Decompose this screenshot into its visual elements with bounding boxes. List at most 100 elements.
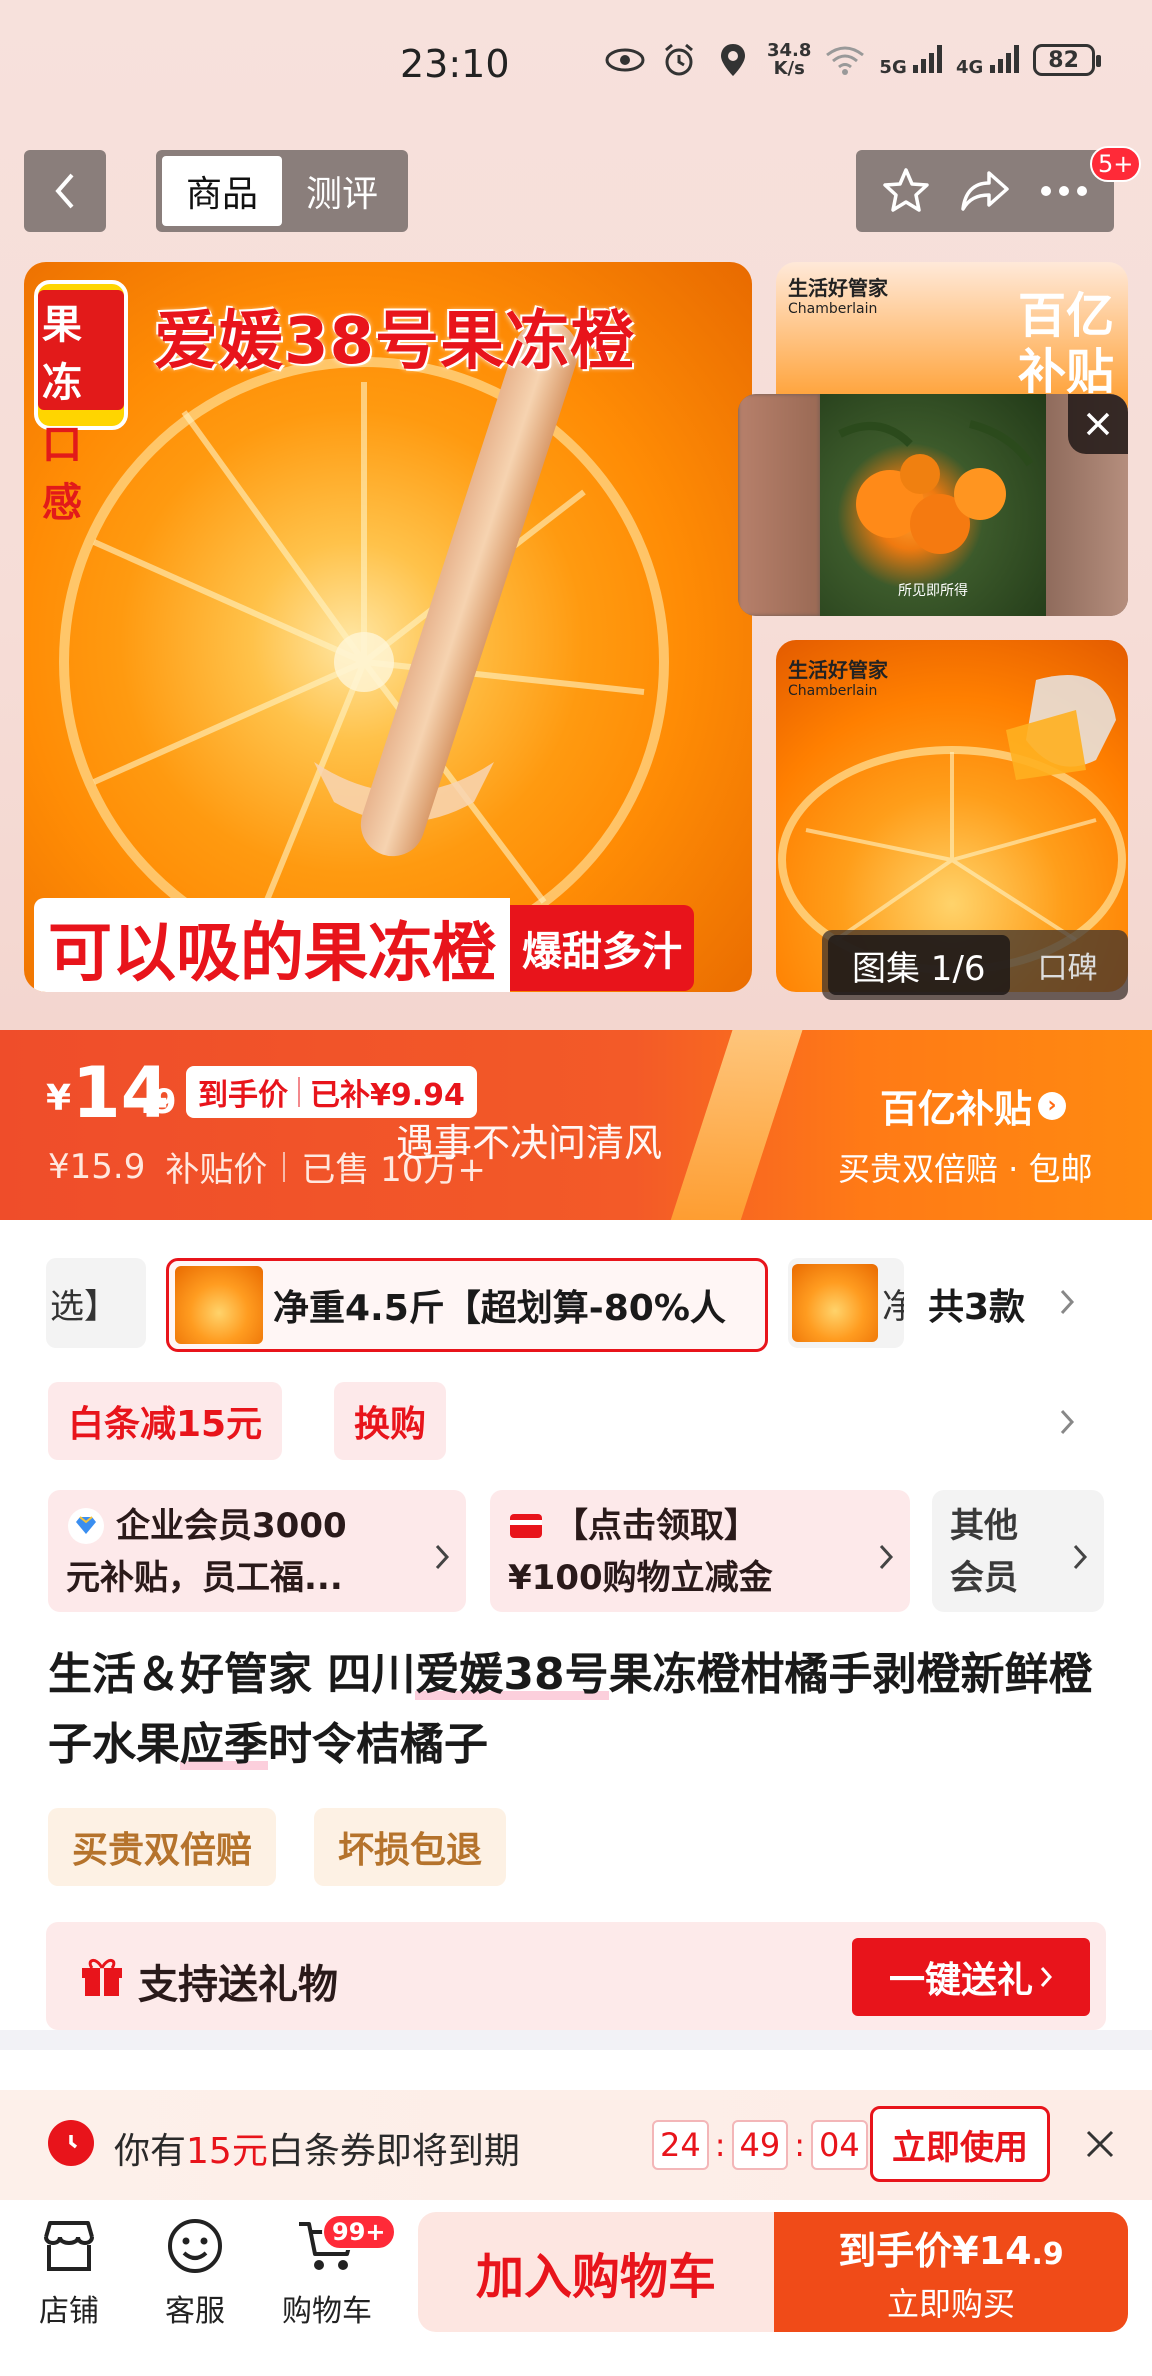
- variant-thumbnail: [175, 1266, 263, 1344]
- buy-now-price-decimal: .9: [1031, 2236, 1064, 2272]
- title-highlight1: 爱媛38号: [415, 1649, 609, 1700]
- wifi-icon: [825, 40, 865, 80]
- promo-exchange-tag[interactable]: 换购: [334, 1382, 447, 1460]
- shop-button[interactable]: 店铺: [14, 2214, 124, 2330]
- price-currency: ¥: [46, 1078, 72, 1119]
- close-icon: [1086, 2130, 1114, 2158]
- video-close-button[interactable]: [1068, 394, 1128, 454]
- coupon-close-button[interactable]: [1072, 2116, 1128, 2172]
- member-card-enterprise-line2: 元补贴，员工福...: [66, 1558, 343, 1598]
- add-to-cart-button[interactable]: 加入购物车: [418, 2212, 774, 2332]
- final-price-label: 到手价: [198, 1078, 288, 1113]
- subsidy-link-label: 百亿补贴: [880, 1087, 1033, 1131]
- chevron-right-icon: [1040, 1967, 1053, 1987]
- title-highlight2: 应季: [180, 1719, 268, 1770]
- main-product-image[interactable]: 果冻 口感 爱媛38号果冻橙 可以吸的果冻橙 爆甜多汁: [24, 262, 752, 992]
- buy-now-price: 到手价¥14.9: [838, 2220, 1064, 2275]
- gallery-tab-images[interactable]: 图集 1/6: [828, 935, 1010, 995]
- service-tag-damage-refund[interactable]: 坏损包退: [314, 1808, 507, 1886]
- customer-service-label: 客服: [165, 2294, 225, 2329]
- subsidy-benefits: 买贵双倍赔 · 包邮: [838, 1150, 1093, 1188]
- service-tag-double-compensation[interactable]: 买贵双倍赔: [48, 1808, 277, 1886]
- favorite-star-icon[interactable]: [876, 161, 936, 221]
- variant-next-label: 净: [882, 1286, 904, 1327]
- smiley-icon: [163, 2214, 227, 2278]
- chevron-right-icon: [878, 1534, 894, 1586]
- brand-logo: 生活好管家 Chamberlain: [788, 272, 888, 317]
- variant-option-prev[interactable]: 选】: [46, 1258, 146, 1348]
- variant-option-next[interactable]: 净: [788, 1258, 904, 1348]
- texture-tag-line2: 口感: [42, 422, 82, 526]
- cart-count-badge: 99+: [322, 2214, 396, 2250]
- subline-divider: [283, 1151, 286, 1182]
- variant-count[interactable]: 共3款: [928, 1278, 1025, 1330]
- member-card-voucher[interactable]: 【点击领取】 ¥100购物立减金: [490, 1490, 910, 1612]
- subsidy-amount: 已补¥9.94: [310, 1078, 465, 1113]
- member-card-enterprise[interactable]: 企业会员3000 元补贴，员工福...: [48, 1490, 466, 1612]
- coupon-reminder-text: 你有15元白条券即将到期: [114, 2122, 520, 2174]
- subsidy-line2: 补贴: [1017, 344, 1114, 400]
- gallery-tab-reviews[interactable]: 口碑: [1038, 943, 1098, 987]
- card-icon: [510, 1514, 542, 1538]
- chevron-right-icon: [434, 1534, 450, 1586]
- battery-icon: 82: [1032, 44, 1101, 76]
- net-speed-unit: K/s: [773, 58, 805, 79]
- diamond-icon: [68, 1508, 104, 1544]
- image-title: 爱媛38号果冻橙: [154, 305, 636, 379]
- send-gift-button[interactable]: 一键送礼: [852, 1938, 1090, 2016]
- signal-5g: 5G: [879, 43, 943, 78]
- subsidy-link[interactable]: 百亿补贴 ›: [880, 1078, 1067, 1133]
- more-badge: 5+: [1090, 146, 1142, 182]
- more-icon[interactable]: [1034, 161, 1094, 221]
- image-slogan: 可以吸的果冻橙 爆甜多汁: [34, 898, 694, 992]
- gift-label: 支持送礼物: [138, 1962, 338, 2008]
- coupon-amount: 15元: [186, 2131, 268, 2172]
- shop-label: 店铺: [39, 2294, 99, 2329]
- send-gift-button-label: 一键送礼: [888, 1960, 1033, 2001]
- member-card-voucher-title: 【点击领取】: [508, 1500, 892, 1552]
- price-decimal: .9: [140, 1082, 177, 1122]
- member-other-line2: 会员: [950, 1558, 1018, 1598]
- floating-video[interactable]: 所见即所得: [738, 394, 1128, 616]
- video-caption: 所见即所得: [898, 583, 968, 599]
- location-icon: [713, 40, 753, 80]
- coupon-text-before: 你有: [114, 2131, 187, 2172]
- coupon-text-after: 白条券即将到期: [267, 2131, 520, 2172]
- promo-baitiao-tag[interactable]: 白条减15元: [48, 1382, 283, 1460]
- slogan-right: 爆甜多汁: [510, 905, 694, 991]
- member-card-other[interactable]: 其他 会员: [932, 1490, 1104, 1612]
- brand-en: Chamberlain: [788, 301, 878, 317]
- member-card-voucher-line1: 【点击领取】: [554, 1506, 758, 1546]
- use-coupon-button[interactable]: 立即使用: [870, 2106, 1050, 2182]
- variant-selected-label: 净重4.5斤【超划算-80%人: [273, 1288, 726, 1329]
- countdown-separator: :: [794, 2126, 805, 2164]
- variant-option-selected[interactable]: 净重4.5斤【超划算-80%人: [166, 1258, 768, 1352]
- product-title: 生活＆好管家 四川爱媛38号果冻橙柑橘手剥橙新鲜橙子水果应季时令桔橘子: [48, 1640, 1118, 1780]
- gift-row: 支持送礼物 一键送礼: [46, 1922, 1106, 2030]
- countdown-timer: 24 : 49 : 04: [652, 2120, 868, 2170]
- buy-now-button[interactable]: 到手价¥14.9 立即购买: [774, 2212, 1128, 2332]
- tab-review[interactable]: 测评: [282, 156, 402, 226]
- tab-product[interactable]: 商品: [162, 156, 282, 226]
- texture-tag: 果冻 口感: [34, 280, 128, 526]
- brand-cn: 生活好管家: [788, 658, 888, 682]
- chevron-right-icon: ›: [1038, 1091, 1067, 1120]
- subsidy-logo: 百亿 补贴: [1018, 288, 1114, 400]
- video-blur-left: [738, 394, 820, 616]
- gallery-counter[interactable]: 图集 1/6 口碑: [822, 930, 1128, 1000]
- chevron-right-icon[interactable]: [1052, 1402, 1082, 1442]
- close-icon: [1086, 412, 1110, 436]
- member-card-enterprise-title: 企业会员3000: [66, 1500, 448, 1552]
- chevron-right-icon[interactable]: [1052, 1282, 1082, 1322]
- net-speed: 34.8 K/s: [767, 42, 811, 78]
- gallery-thumbnail-top[interactable]: 生活好管家 Chamberlain 百亿 补贴: [776, 262, 1128, 412]
- signal-bars-icon: [913, 43, 943, 73]
- back-button[interactable]: [24, 150, 106, 232]
- share-icon[interactable]: [955, 161, 1015, 221]
- brand-en: Chamberlain: [788, 683, 878, 699]
- customer-service-button[interactable]: 客服: [140, 2214, 250, 2330]
- price-banner: ¥ 14 .9 到手价 已补¥9.94 ¥15.9 补贴价 已售 10万+ 遇事…: [0, 1030, 1152, 1220]
- buy-now-label: 立即购买: [886, 2284, 1015, 2323]
- brand-cn: 生活好管家: [788, 276, 888, 300]
- member-other-line1: 其他: [950, 1506, 1018, 1546]
